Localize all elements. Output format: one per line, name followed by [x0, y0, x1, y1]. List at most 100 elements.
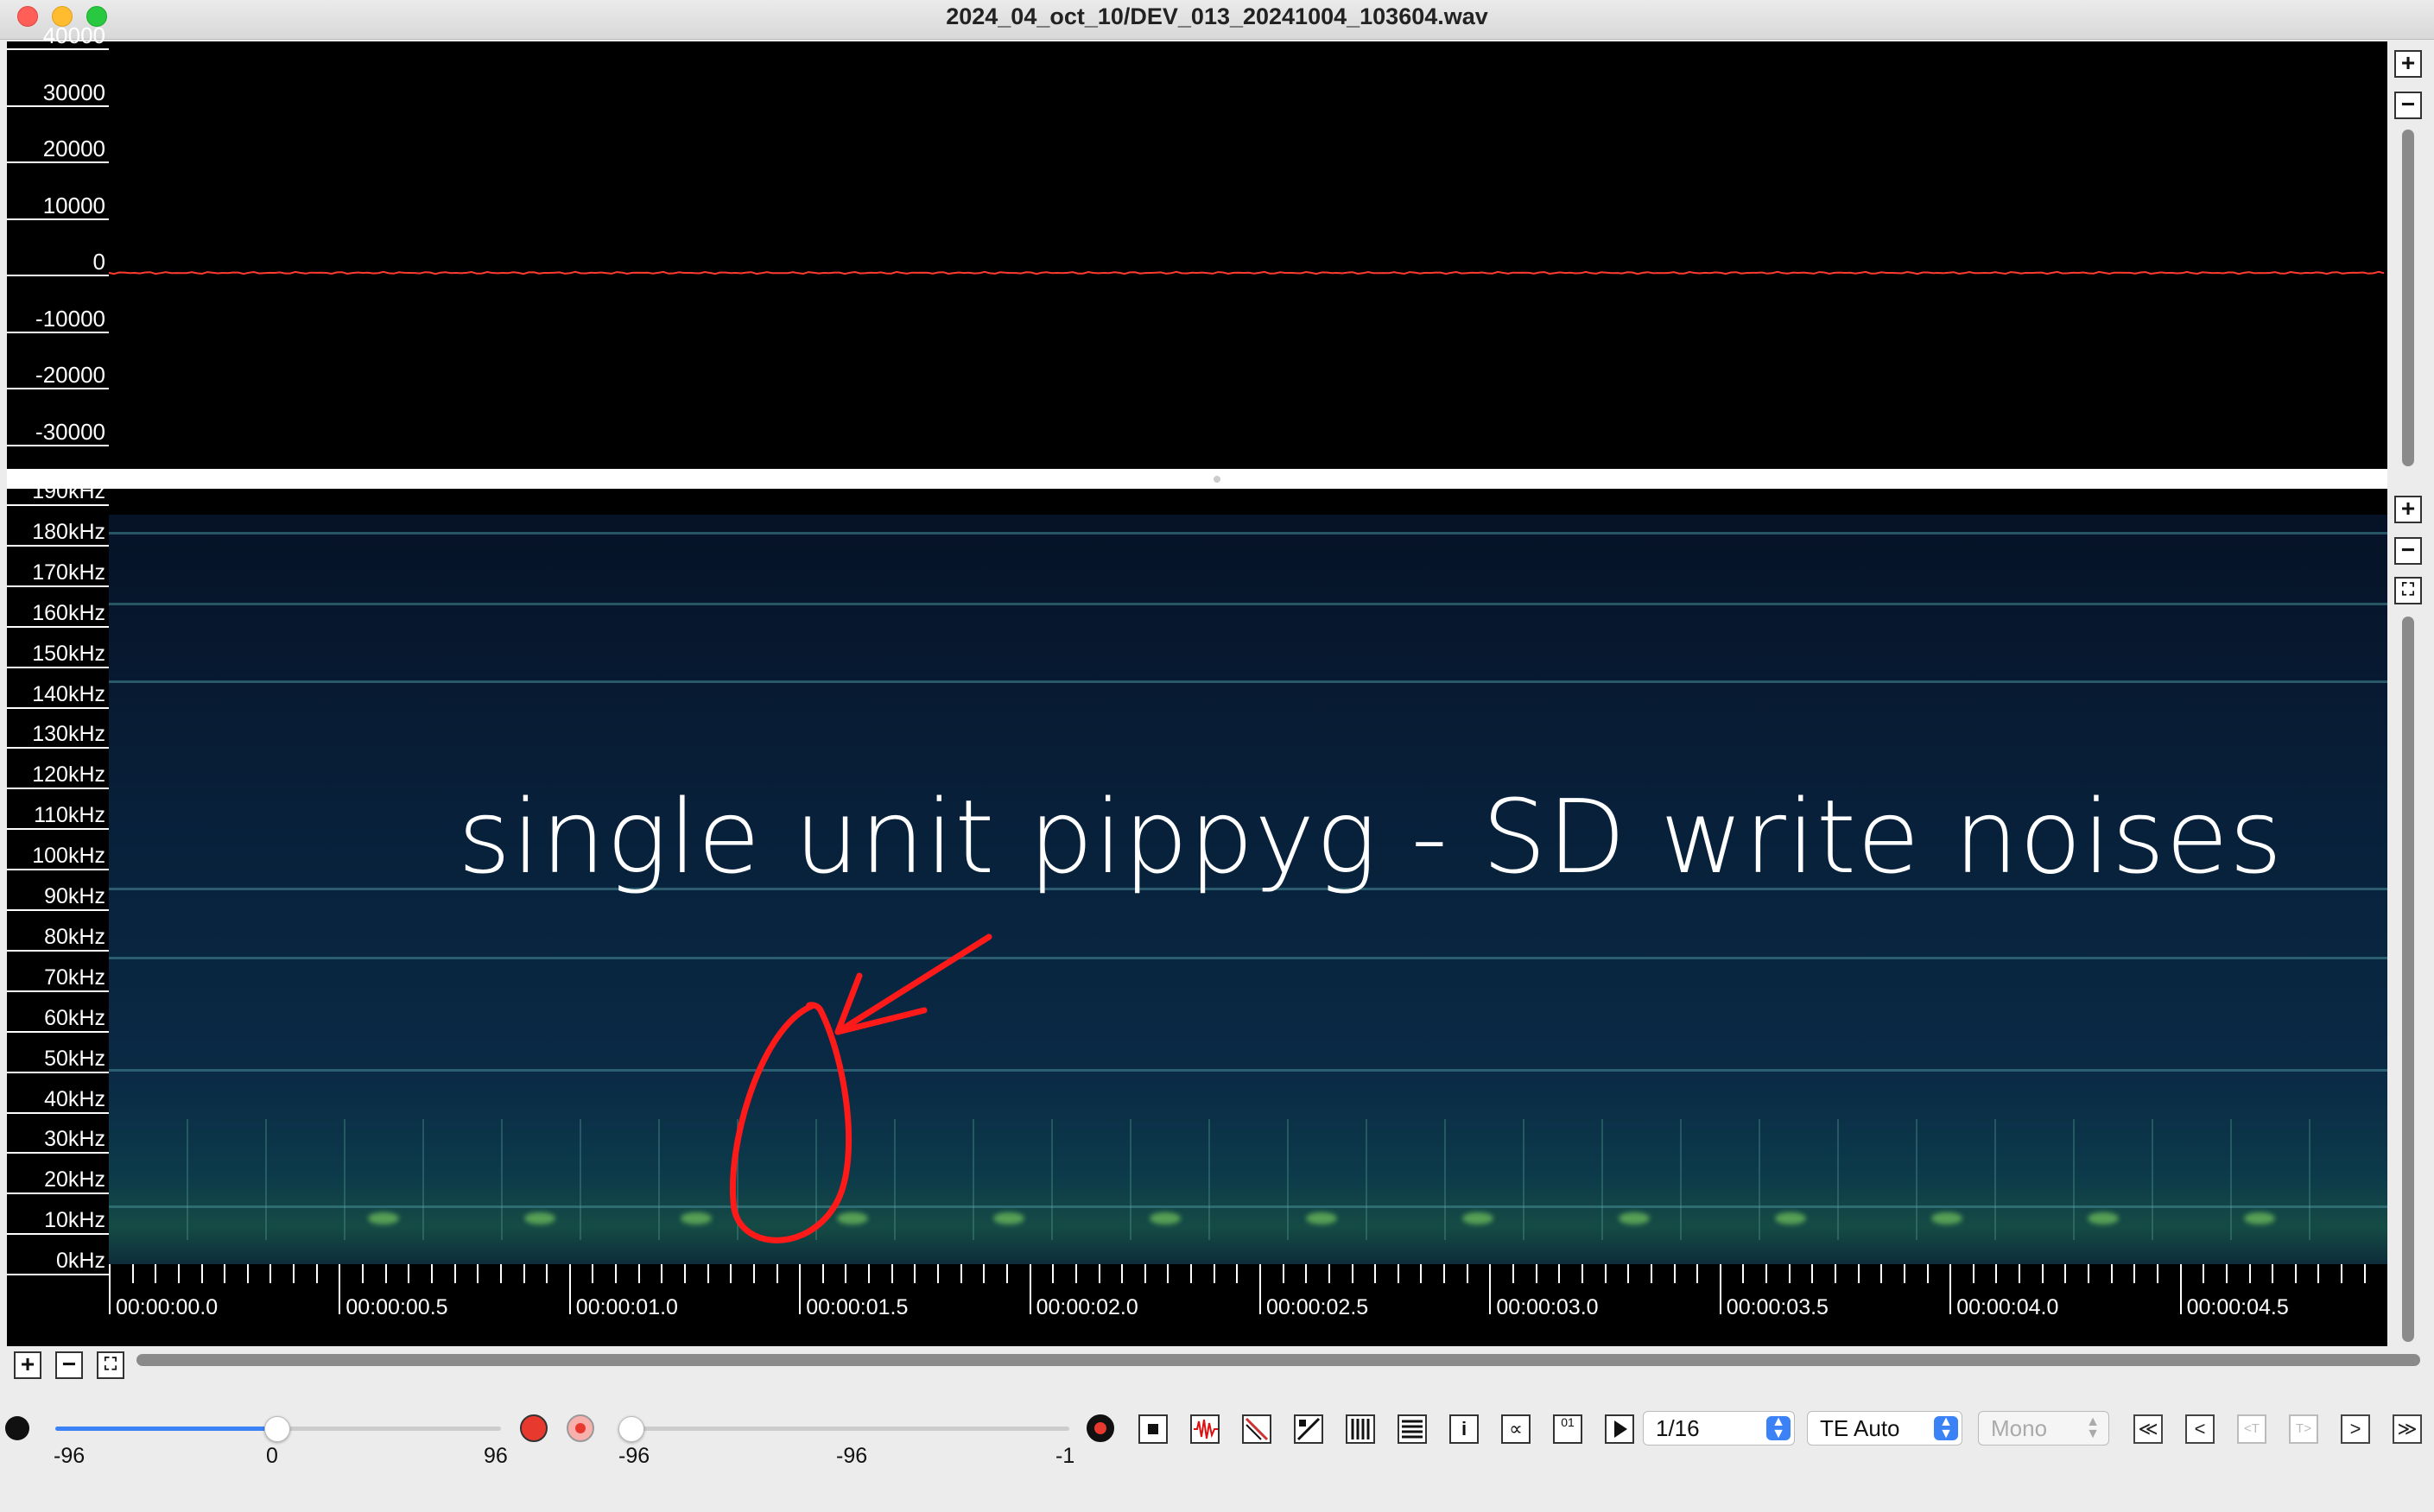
time-label: 00:00:02.5: [1266, 1295, 1369, 1319]
time-minor-tick: [2110, 1264, 2113, 1283]
time-minor-tick: [1213, 1264, 1215, 1283]
waveform-y-label: 30000: [42, 79, 105, 105]
diagonal-icon[interactable]: [1242, 1414, 1271, 1444]
time-minor-tick: [2225, 1264, 2228, 1283]
gain-slider-knob[interactable]: [264, 1416, 290, 1442]
time-minor-tick: [2133, 1264, 2136, 1283]
chevron-up-down-icon: ▲ ▼: [2086, 1414, 2100, 1441]
sd-write-noise-mark: [1366, 1119, 1367, 1240]
waveform-vertical-scrollbar[interactable]: [2402, 130, 2414, 466]
waveform-plot[interactable]: [108, 41, 2387, 469]
time-label: 00:00:03.0: [1496, 1295, 1599, 1319]
trigger-record-button[interactable]: [567, 1414, 594, 1442]
spectrogram-y-label: 90kHz: [44, 884, 105, 908]
time-minor-tick: [1144, 1264, 1146, 1283]
time-minor-tick: [1305, 1264, 1308, 1283]
annotation-text: single unit pippyg - SD write noises: [458, 777, 2284, 896]
jump-start-button[interactable]: ≪: [2133, 1414, 2163, 1444]
time-minor-tick: [1351, 1264, 1353, 1283]
spectrogram-y-tick: [7, 949, 109, 952]
time-minor-tick: [1098, 1264, 1100, 1283]
time-minor-tick: [1374, 1264, 1377, 1283]
signal-blob: [1462, 1212, 1493, 1224]
time-minor-tick: [1857, 1264, 1860, 1283]
panel-splitter[interactable]: [7, 469, 2387, 489]
time-minor-tick: [2064, 1264, 2067, 1283]
time-minor-tick: [2019, 1264, 2021, 1283]
time-fit-button[interactable]: ⛶: [97, 1351, 124, 1379]
binary-icon[interactable]: 01: [1553, 1414, 1582, 1444]
gain-mid-label: 0: [266, 1444, 278, 1468]
time-zoom-in-button[interactable]: +: [14, 1351, 41, 1379]
step-forward-button[interactable]: >: [2341, 1414, 2370, 1444]
time-minor-tick: [1282, 1264, 1284, 1283]
spectrogram-vertical-scrollbar[interactable]: [2402, 617, 2414, 1342]
spectrogram-panel[interactable]: 190kHz 180kHz 170kHz 160kHz 150kHz 140kHz 130k…: [7, 479, 2387, 1346]
horizontal-lines-icon[interactable]: [1398, 1414, 1427, 1444]
waveform-panel[interactable]: 40000 30000 20000 10000 0 -10000 -20000 -30000: [7, 22, 2387, 469]
time-minor-tick: [1328, 1264, 1330, 1283]
spectrogram-y-label: 60kHz: [44, 1005, 105, 1030]
info-icon[interactable]: i: [1449, 1414, 1479, 1444]
spectrogram-y-tick: [7, 1274, 109, 1276]
spectrogram-y-label: 30kHz: [44, 1127, 105, 1152]
mode-select-value: TE Auto: [1820, 1415, 1900, 1441]
spectrogram-y-tick: [7, 1071, 109, 1073]
play-icon[interactable]: [1605, 1414, 1634, 1444]
time-minor-tick: [293, 1264, 295, 1283]
trigger-forward-button[interactable]: T>: [2289, 1414, 2318, 1444]
spectrogram-y-label: 10kHz: [44, 1208, 105, 1233]
time-horizontal-scrollbar[interactable]: [136, 1354, 2420, 1366]
time-minor-tick: [523, 1264, 525, 1283]
trigger-back-button[interactable]: <T: [2237, 1414, 2266, 1444]
time-label: 00:00:02.0: [1036, 1295, 1138, 1319]
time-minor-tick: [592, 1264, 594, 1283]
step-back-button[interactable]: <: [2185, 1414, 2215, 1444]
spectrogram-y-label: 0kHz: [56, 1249, 105, 1274]
spectrogram-zoom-out-button[interactable]: −: [2394, 537, 2422, 565]
spectrogram-y-tick: [7, 828, 109, 831]
diagonal-box-icon[interactable]: [1294, 1414, 1323, 1444]
gain-min-label: -96: [54, 1444, 86, 1468]
alpha-icon[interactable]: ∝: [1501, 1414, 1531, 1444]
waveform-icon[interactable]: [1190, 1414, 1220, 1444]
time-minor-tick: [2294, 1264, 2297, 1283]
gain-slider-track[interactable]: [278, 1427, 501, 1431]
record-dot-icon[interactable]: [1087, 1414, 1114, 1442]
time-major-tick: [109, 1264, 111, 1314]
time-major-tick: [1489, 1264, 1492, 1314]
signal-blob: [681, 1212, 712, 1224]
waveform-zoom-in-button[interactable]: +: [2394, 50, 2422, 78]
spectrogram-y-tick: [7, 544, 109, 547]
vertical-bars-icon[interactable]: [1346, 1414, 1375, 1444]
time-minor-tick: [408, 1264, 410, 1283]
window-title: 2024_04_oct_10/DEV_013_20241004_103604.w…: [946, 3, 1488, 29]
gain-max-label: 96: [484, 1444, 508, 1468]
mode-select[interactable]: TE Auto ▲ ▼: [1807, 1411, 1962, 1446]
spectrogram-zoom-in-button[interactable]: +: [2394, 496, 2422, 523]
speed-select[interactable]: 1/16 ▲ ▼: [1643, 1411, 1795, 1446]
record-button[interactable]: [520, 1414, 548, 1442]
time-minor-tick: [224, 1264, 226, 1283]
spectrogram-fit-button[interactable]: ⛶: [2394, 577, 2422, 604]
spectrogram-y-tick: [7, 747, 109, 750]
stop-icon[interactable]: [1138, 1414, 1168, 1444]
spectrogram-y-label: 180kHz: [32, 519, 105, 544]
threshold-slider-knob[interactable]: [618, 1416, 644, 1442]
time-minor-tick: [2272, 1264, 2274, 1283]
time-major-tick: [1949, 1264, 1952, 1314]
channel-select: Mono ▲ ▼: [1978, 1411, 2109, 1446]
record-indicator-icon: [5, 1416, 29, 1440]
threshold-slider-track[interactable]: [631, 1427, 1069, 1431]
waveform-zoom-out-button[interactable]: −: [2394, 92, 2422, 119]
sd-write-noise-mark: [1916, 1119, 1917, 1240]
splitter-handle-icon: [1214, 476, 1220, 483]
jump-end-button[interactable]: ≫: [2393, 1414, 2422, 1444]
spectrogram-y-label: 160kHz: [32, 600, 105, 625]
waveform-y-label: -30000: [35, 418, 105, 445]
sd-write-noise-mark: [2230, 1119, 2232, 1240]
threshold-max-label: -1: [1055, 1444, 1075, 1468]
spectrogram-y-tick: [7, 1111, 109, 1114]
spectrogram-y-tick: [7, 666, 109, 668]
time-zoom-out-button[interactable]: −: [55, 1351, 83, 1379]
